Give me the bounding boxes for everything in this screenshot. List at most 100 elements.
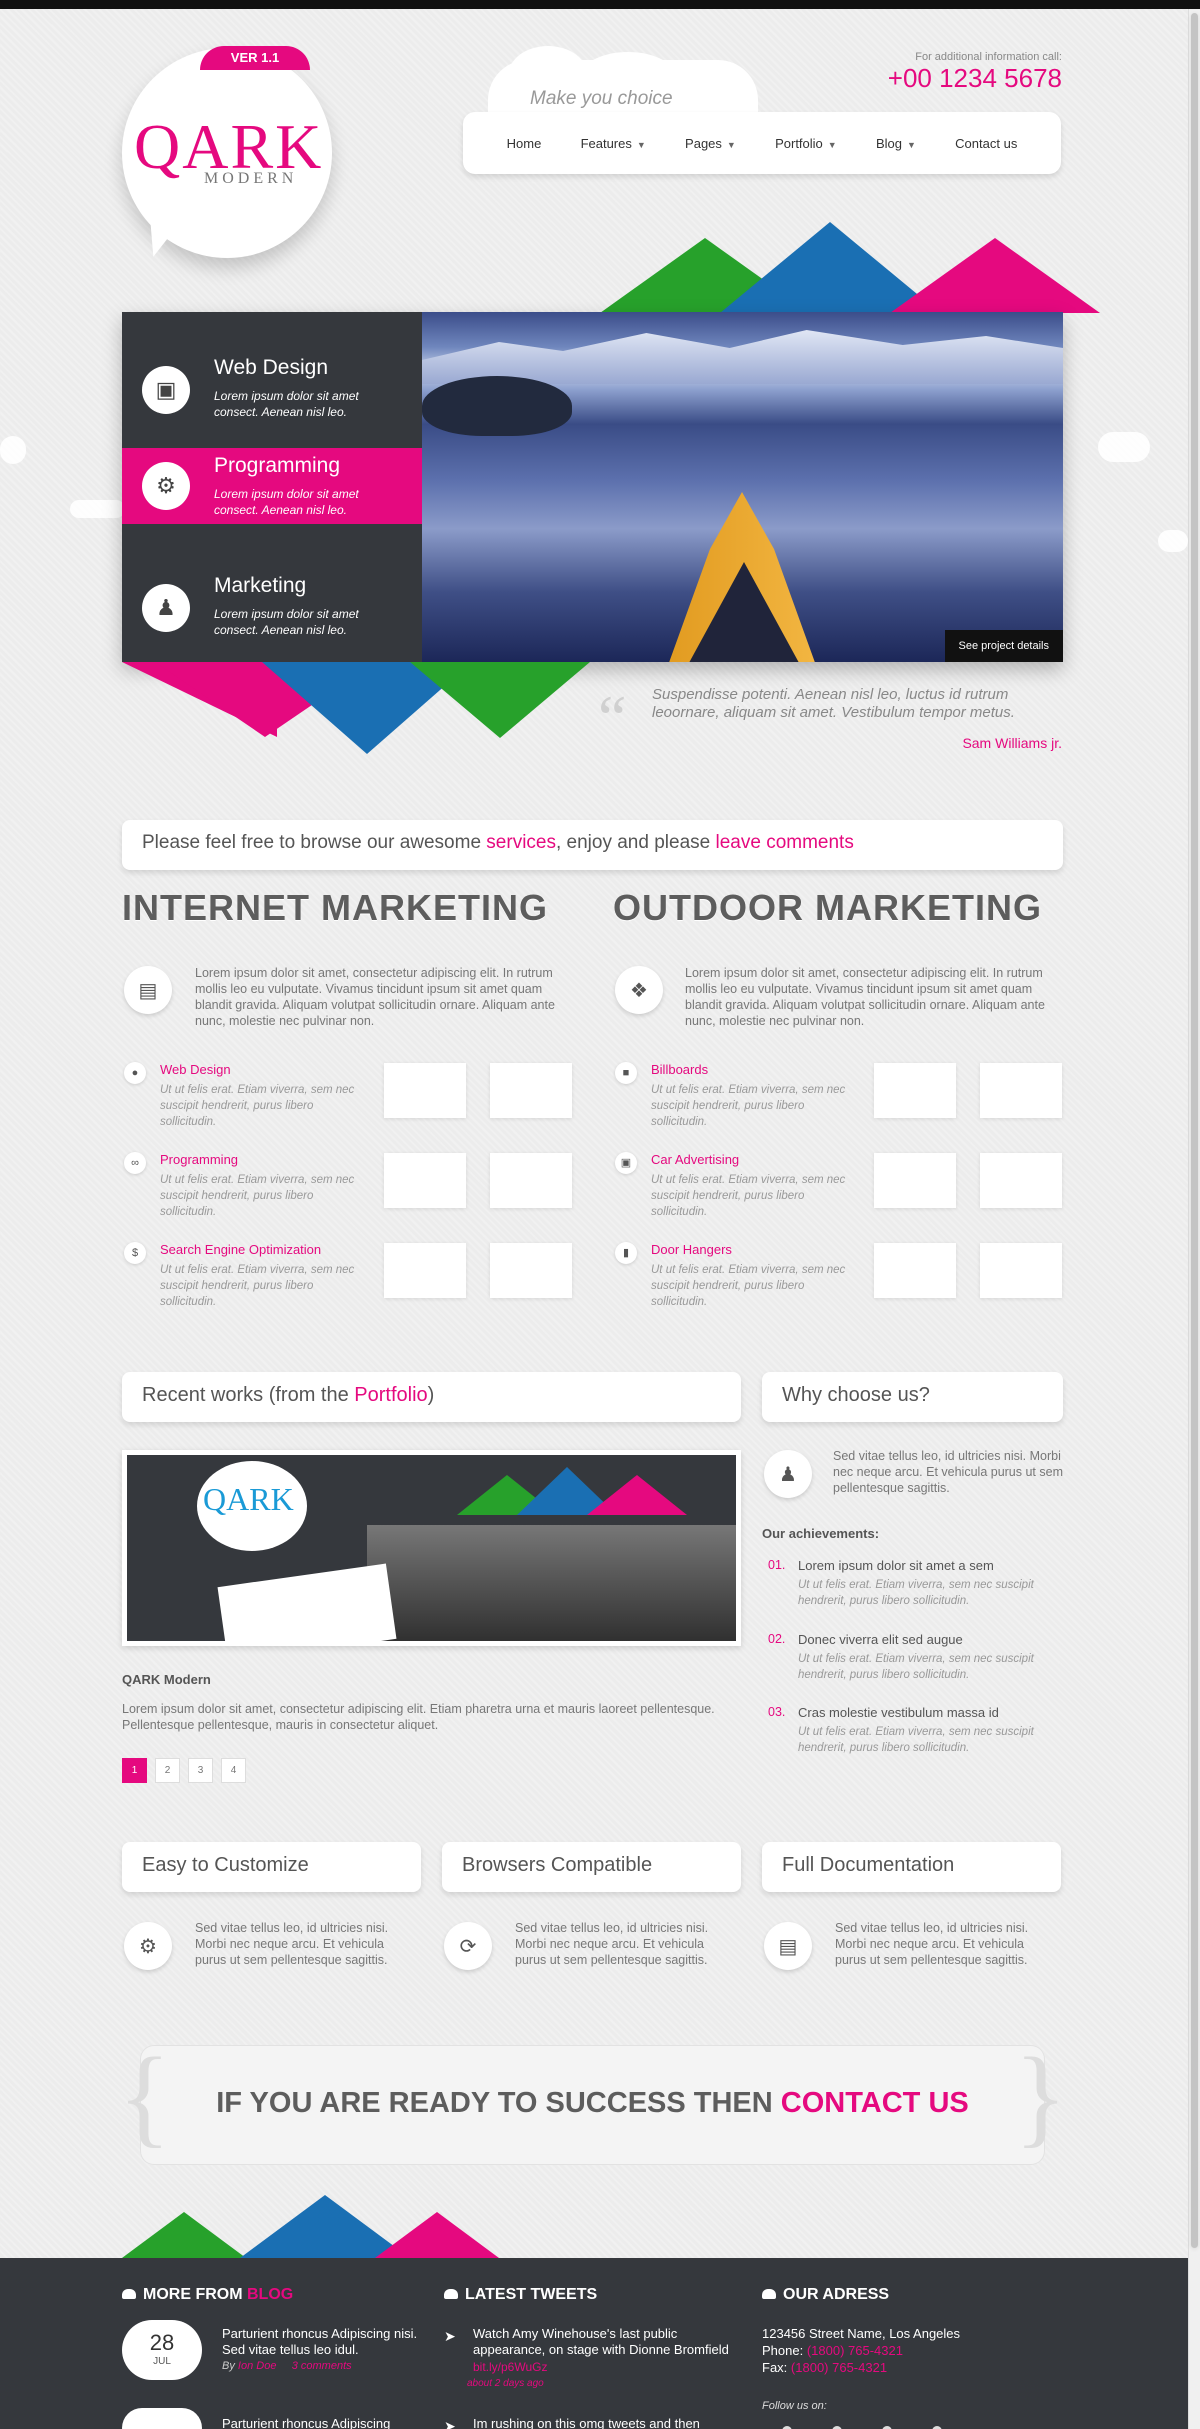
blog-post-title[interactable]: Parturient rhoncus Adipiscing [222, 2416, 422, 2429]
cloud-icon [122, 2289, 136, 2299]
nav-features[interactable]: Features ▼ [581, 136, 646, 151]
blog-heading: MORE FROM BLOG [122, 2286, 293, 2304]
feature-thumbnail[interactable] [874, 1243, 956, 1298]
work-logo: QARK [197, 1461, 307, 1551]
feature-desc: Ut ut felis erat. Etiam viverra, sem nec… [651, 1264, 846, 1308]
fax-label: Fax: [762, 2360, 788, 2375]
top-bar [0, 0, 1200, 9]
feature-thumbnail[interactable] [384, 1243, 466, 1298]
document-icon: ▤ [764, 1922, 812, 1970]
address-fax: Fax: (1800) 765-4321 [762, 2360, 887, 2375]
feature-thumbnail[interactable] [874, 1153, 956, 1208]
contact-us-link[interactable]: CONTACT US [781, 2087, 969, 2119]
welcome-text: Please feel free to browse our awesome [142, 832, 487, 853]
feature-slider: ▣ Web Design Lorem ipsum dolor sit amet … [122, 312, 1063, 662]
nav-label: Portfolio [775, 135, 823, 151]
feature-thumbnail[interactable] [980, 1153, 1062, 1208]
footer: MORE FROM BLOG 28 JUL Parturient rhoncus… [0, 2258, 1188, 2429]
blog-by: By [222, 2360, 235, 2372]
cta-label: IF YOU ARE READY TO SUCCESS THEN [216, 2087, 781, 2119]
feature-thumbnail[interactable] [980, 1063, 1062, 1118]
page-button[interactable]: 3 [188, 1758, 213, 1783]
feature-title[interactable]: Search Engine Optimization [160, 1242, 321, 1257]
leave-comments-link[interactable]: leave comments [716, 832, 854, 853]
feature-thumbnail[interactable] [384, 1063, 466, 1118]
slider-tab-marketing[interactable]: ♟ Marketing Lorem ipsum dolor sit amet c… [122, 548, 422, 658]
blog-month: JUL [153, 2356, 171, 2367]
feature-title[interactable]: Billboards [651, 1062, 708, 1077]
recent-work-image[interactable]: QARK [122, 1450, 741, 1646]
services-link[interactable]: services [486, 832, 556, 853]
feature-thumbnail[interactable] [490, 1153, 572, 1208]
feature-thumbnail[interactable] [874, 1063, 956, 1118]
feature-thumbnail[interactable] [980, 1243, 1062, 1298]
feature-title[interactable]: Car Advertising [651, 1152, 739, 1167]
slider-tab-title: Programming [214, 454, 341, 477]
recent-works-header: Recent works (from the Portfolio) [122, 1372, 741, 1422]
feature-thumbnail[interactable] [384, 1153, 466, 1208]
phone-link[interactable]: (1800) 765-4321 [807, 2343, 903, 2358]
slider-tabs: ▣ Web Design Lorem ipsum dolor sit amet … [122, 312, 454, 662]
see-project-button[interactable]: See project details [944, 630, 1063, 662]
achievement-title: Cras molestie vestibulum massa id [798, 1705, 999, 1720]
header-phone: +00 1234 5678 [887, 63, 1062, 93]
address-phone: Phone: (1800) 765-4321 [762, 2343, 903, 2358]
slider-tab-web-design[interactable]: ▣ Web Design Lorem ipsum dolor sit amet … [122, 330, 422, 440]
slogan: Make you choice [530, 88, 673, 109]
scrollbar[interactable] [1188, 9, 1200, 2429]
blog-comments-link[interactable]: 3 comments [292, 2360, 352, 2372]
work-title[interactable]: QARK Modern [122, 1672, 211, 1687]
achievement-title: Donec viverra elit sed augue [798, 1632, 963, 1647]
chevron-down-icon: ▼ [636, 139, 646, 150]
billboard-icon: ■ [615, 1062, 637, 1084]
internet-marketing-title: INTERNET MARKETING [122, 887, 548, 928]
slider-tab-programming[interactable]: ⚙ Programming Lorem ipsum dolor sit amet… [122, 448, 454, 524]
work-description: Lorem ipsum dolor sit amet, consectetur … [122, 1702, 715, 1732]
nav-home[interactable]: Home [507, 136, 542, 151]
blog-post-title[interactable]: Parturient rhoncus Adipiscing nisi. Sed … [222, 2326, 422, 2358]
blog-post-meta: By Ion Doe 3 comments [222, 2360, 352, 2372]
feature-thumbnail[interactable] [490, 1243, 572, 1298]
tweets-heading-text: LATEST TWEETS [465, 2286, 598, 2303]
refresh-icon: ⟳ [444, 1922, 492, 1970]
blog-author-link[interactable]: Ion Doe [238, 2360, 277, 2372]
feature-box-text: Sed vitae tellus leo, id ultricies nisi.… [835, 1921, 1029, 1967]
tweet-link[interactable]: bit.ly/p6WuGz [473, 2360, 547, 2374]
achievement-desc: Ut ut felis erat. Etiam viverra, sem nec… [798, 1653, 1034, 1681]
scrollbar-thumb[interactable] [1191, 13, 1198, 2248]
page-button[interactable]: 2 [155, 1758, 180, 1783]
feature-box-header: Full Documentation [762, 1842, 1061, 1892]
feature-title[interactable]: Programming [160, 1152, 238, 1167]
feature-desc: Ut ut felis erat. Etiam viverra, sem nec… [651, 1084, 846, 1128]
fax-link[interactable]: (1800) 765-4321 [791, 2360, 887, 2375]
achievement-number: 03. [768, 1705, 786, 1719]
feature-desc: Ut ut felis erat. Etiam viverra, sem nec… [160, 1174, 355, 1218]
nav-contact[interactable]: Contact us [955, 136, 1017, 151]
quote-icon: “ [598, 682, 627, 753]
page-button[interactable]: 4 [221, 1758, 246, 1783]
work-logo-text: QARK [203, 1481, 294, 1517]
slider-tab-title: Web Design [214, 356, 329, 379]
feature-box-text: Sed vitae tellus leo, id ultricies nisi.… [195, 1921, 389, 1967]
cta-text: IF YOU ARE READY TO SUCCESS THEN CONTACT… [140, 2087, 1045, 2120]
feature-title[interactable]: Door Hangers [651, 1242, 732, 1257]
recent-works-title: Recent works (from the [142, 1384, 355, 1406]
pagination: 1 2 3 4 [122, 1758, 246, 1783]
feature-thumbnail[interactable] [490, 1063, 572, 1118]
blog-day: 28 [149, 2330, 175, 2355]
slider-photo: See project details [422, 312, 1063, 662]
achievement-desc: Ut ut felis erat. Etiam viverra, sem nec… [798, 1579, 1034, 1607]
follow-us-label: Follow us on: [762, 2400, 827, 2412]
nav-portfolio[interactable]: Portfolio ▼ [775, 136, 837, 151]
nav-pages[interactable]: Pages ▼ [685, 136, 736, 151]
feature-title[interactable]: Web Design [160, 1062, 231, 1077]
blog-link[interactable]: BLOG [247, 2286, 293, 2303]
page-button[interactable]: 1 [122, 1758, 147, 1783]
recent-works-title-end: ) [427, 1384, 435, 1406]
feature-box-text: Sed vitae tellus leo, id ultricies nisi.… [515, 1921, 709, 1967]
logo[interactable]: VER 1.1 QARK MODERN [122, 46, 332, 261]
achievement-number: 02. [768, 1632, 786, 1646]
portfolio-link[interactable]: Portfolio [354, 1384, 427, 1406]
nav-blog[interactable]: Blog ▼ [876, 136, 916, 151]
truck-icon: ▣ [615, 1152, 637, 1174]
